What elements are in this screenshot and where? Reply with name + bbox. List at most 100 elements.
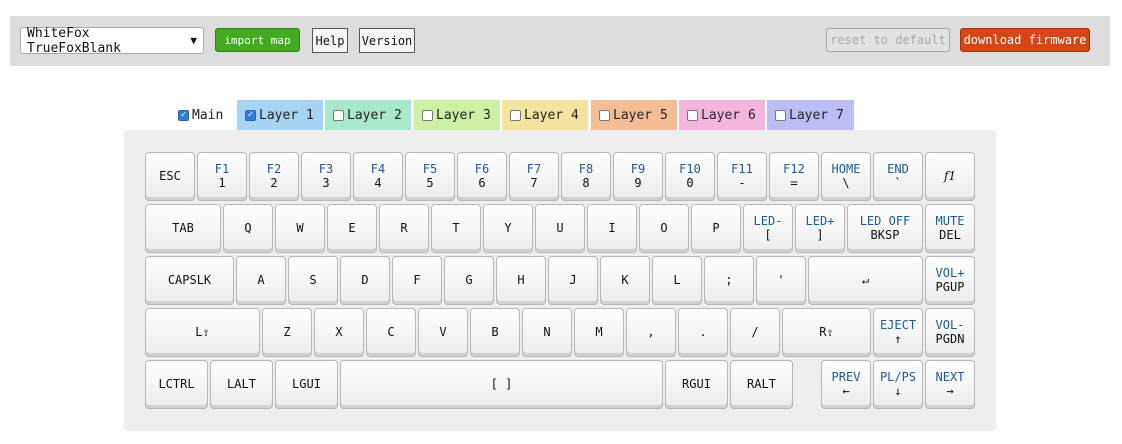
key[interactable]: L bbox=[652, 256, 702, 305]
key[interactable]: C bbox=[366, 308, 416, 357]
key[interactable]: I bbox=[587, 204, 637, 253]
key[interactable]: T bbox=[431, 204, 481, 253]
key[interactable]: E bbox=[327, 204, 377, 253]
key[interactable]: P bbox=[691, 204, 741, 253]
key[interactable]: L⇧ bbox=[145, 308, 260, 357]
layer-checkbox[interactable] bbox=[510, 109, 521, 121]
key[interactable]: F6 6 bbox=[457, 152, 507, 201]
key[interactable]: F2 2 bbox=[249, 152, 299, 201]
key[interactable]: PL/PS ↓ bbox=[873, 360, 923, 409]
layer-checkbox[interactable] bbox=[599, 109, 610, 121]
key[interactable]: VOL+ PGUP bbox=[925, 256, 975, 305]
layer-checkbox[interactable]: ✓ bbox=[245, 109, 256, 121]
key[interactable]: S bbox=[288, 256, 338, 305]
tab-layer-6[interactable]: Layer 6 bbox=[679, 100, 765, 130]
import-map-button[interactable]: import map bbox=[215, 28, 300, 52]
key[interactable]: CAPSLK bbox=[145, 256, 234, 305]
key[interactable]: LCTRL bbox=[145, 360, 208, 409]
key-layer-label: PREV bbox=[831, 370, 861, 385]
key[interactable]: [ ] bbox=[340, 360, 663, 409]
key[interactable]: F7 7 bbox=[509, 152, 559, 201]
tab-layer-4[interactable]: Layer 4 bbox=[502, 100, 588, 130]
key-label: LCTRL bbox=[158, 376, 195, 391]
key-label: 9 bbox=[634, 175, 642, 190]
key[interactable]: , bbox=[626, 308, 676, 357]
key[interactable]: RGUI bbox=[665, 360, 728, 409]
reset-to-default-button[interactable]: reset to default bbox=[826, 28, 950, 52]
layer-checkbox[interactable] bbox=[422, 109, 433, 121]
key[interactable]: Q bbox=[223, 204, 273, 253]
key[interactable]: A bbox=[236, 256, 286, 305]
key[interactable]: Z bbox=[262, 308, 312, 357]
key[interactable]: LGUI bbox=[275, 360, 338, 409]
keyboard-select[interactable]: WhiteFox TrueFoxBlank ▼ bbox=[20, 26, 204, 56]
version-button[interactable]: Version bbox=[359, 28, 415, 53]
key-label: M bbox=[595, 324, 603, 339]
tab-layer-2[interactable]: Layer 2 bbox=[325, 100, 411, 130]
tab-layer-7[interactable]: Layer 7 bbox=[767, 100, 854, 130]
key[interactable]: HOME \ bbox=[821, 152, 871, 201]
key[interactable]: X bbox=[314, 308, 364, 357]
key[interactable]: ; bbox=[704, 256, 754, 305]
key[interactable]: F11- bbox=[717, 152, 767, 201]
key-label: 0 bbox=[686, 175, 694, 190]
key-label: 4 bbox=[374, 175, 382, 190]
key[interactable]: F8 8 bbox=[561, 152, 611, 201]
key[interactable]: W bbox=[275, 204, 325, 253]
key[interactable]: J bbox=[548, 256, 598, 305]
key[interactable]: B bbox=[470, 308, 520, 357]
key[interactable]: MUTE DEL bbox=[925, 204, 975, 253]
tab-layer-5[interactable]: Layer 5 bbox=[591, 100, 677, 130]
key[interactable]: ESC bbox=[145, 152, 195, 201]
key[interactable]: O bbox=[639, 204, 689, 253]
key[interactable]: R⇧ bbox=[782, 308, 871, 357]
key[interactable]: M bbox=[574, 308, 624, 357]
layer-checkbox[interactable]: ✓ bbox=[178, 109, 189, 121]
key[interactable]: VOL- PGDN bbox=[925, 308, 975, 357]
layer-checkbox[interactable] bbox=[687, 109, 698, 121]
key[interactable]: F bbox=[392, 256, 442, 305]
key-label: ` bbox=[894, 175, 902, 190]
key[interactable]: N bbox=[522, 308, 572, 357]
key[interactable]: F9 9 bbox=[613, 152, 663, 201]
key[interactable]: F5 5 bbox=[405, 152, 455, 201]
key[interactable]: Y bbox=[483, 204, 533, 253]
key-label: B bbox=[491, 324, 499, 339]
key[interactable]: F10 0 bbox=[665, 152, 715, 201]
tab-layer-1[interactable]: ✓ Layer 1 bbox=[237, 100, 323, 130]
key[interactable]: LED OFF BKSP bbox=[847, 204, 923, 253]
key[interactable]: f1 bbox=[925, 152, 975, 201]
layer-checkbox[interactable] bbox=[775, 109, 786, 121]
key[interactable]: K bbox=[600, 256, 650, 305]
key[interactable]: H bbox=[496, 256, 546, 305]
key[interactable]: / bbox=[730, 308, 780, 357]
key-label: E bbox=[348, 220, 356, 235]
key[interactable]: R bbox=[379, 204, 429, 253]
key[interactable]: PREV ← bbox=[821, 360, 871, 409]
help-button[interactable]: Help bbox=[312, 28, 348, 53]
tab-layer-3[interactable]: Layer 3 bbox=[414, 100, 500, 130]
key[interactable]: EJECT ↑ bbox=[873, 308, 923, 357]
layer-checkbox[interactable] bbox=[333, 109, 344, 121]
key[interactable]: V bbox=[418, 308, 468, 357]
key[interactable]: END ` bbox=[873, 152, 923, 201]
key[interactable]: LED-[ bbox=[743, 204, 793, 253]
key[interactable]: U bbox=[535, 204, 585, 253]
key[interactable]: TAB bbox=[145, 204, 221, 253]
key[interactable]: RALT bbox=[730, 360, 793, 409]
key[interactable]: NEXT → bbox=[925, 360, 975, 409]
key[interactable]: LALT bbox=[210, 360, 273, 409]
key[interactable]: LED+] bbox=[795, 204, 845, 253]
tab-main[interactable]: ✓ Main bbox=[170, 100, 236, 130]
key[interactable]: . bbox=[678, 308, 728, 357]
key[interactable]: F1 1 bbox=[197, 152, 247, 201]
key[interactable]: ' bbox=[756, 256, 806, 305]
download-firmware-button[interactable]: download firmware bbox=[960, 28, 1090, 52]
key[interactable]: G bbox=[444, 256, 494, 305]
key-label: BKSP bbox=[870, 227, 900, 242]
key[interactable]: F12 = bbox=[769, 152, 819, 201]
key[interactable]: F3 3 bbox=[301, 152, 351, 201]
key[interactable]: F4 4 bbox=[353, 152, 403, 201]
key[interactable]: D bbox=[340, 256, 390, 305]
key[interactable]: ↵ bbox=[808, 256, 923, 305]
